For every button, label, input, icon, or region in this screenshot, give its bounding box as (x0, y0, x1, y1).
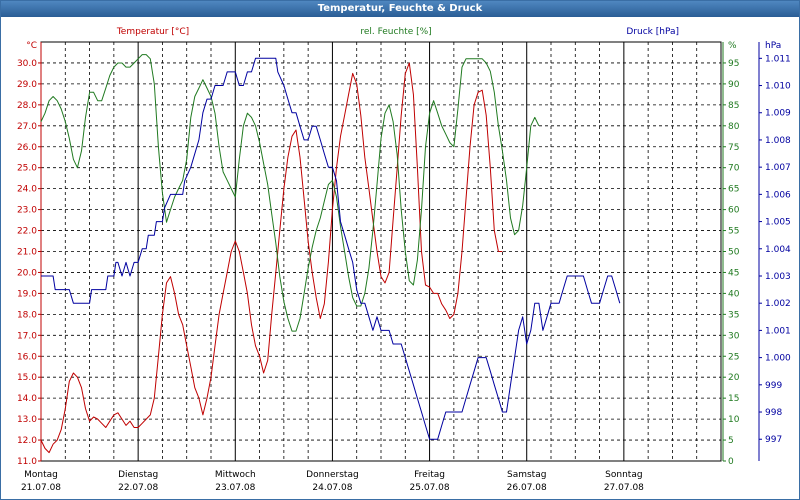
pressure-tick-label: 1.004 (765, 245, 791, 255)
pressure-tick-label: 1.007 (765, 163, 791, 173)
x-date-label: 26.07.08 (507, 483, 547, 493)
x-day-label: Mittwoch (215, 470, 256, 480)
humidity-axis-unit: % (728, 41, 737, 51)
pressure-tick-label: 1.000 (765, 354, 791, 364)
pressure-tick-label: 997 (765, 435, 782, 445)
chart: 11.0 12.0 13.0 14.0 15.0 16.0 17.0 18.0 19.0 20.0… (17, 27, 791, 493)
humidity-tick-label: 85 (728, 101, 739, 111)
x-date-label: 24.07.08 (312, 483, 352, 493)
pressure-tick-label: 1.010 (765, 82, 791, 92)
humidity-tick-label: 55 (728, 227, 739, 237)
x-day-label: Samstag (507, 470, 546, 480)
pressure-tick-label: 1.001 (765, 326, 791, 336)
temperature-tick-label: 18.0 (17, 310, 37, 320)
temperature-tick-label: 15.0 (17, 373, 37, 383)
pressure-tick-label: 1.011 (765, 54, 791, 64)
temperature-series-label: Temperatur [°C] (116, 27, 189, 37)
humidity-tick-label: 20 (728, 373, 740, 383)
humidity-tick-label: 25 (728, 352, 739, 362)
temperature-tick-label: 27.0 (17, 122, 37, 132)
x-day-label: Donnerstag (306, 470, 359, 480)
humidity-tick-label: 75 (728, 143, 739, 153)
humidity-tick-label: 60 (728, 206, 740, 216)
temperature-tick-label: 29.0 (17, 80, 37, 90)
pressure-tick-label: 998 (765, 408, 782, 418)
temperature-tick-label: 21.0 (17, 248, 37, 258)
temperature-tick-label: 23.0 (17, 206, 37, 216)
temperature-tick-label: 12.0 (17, 436, 37, 446)
window-title: Temperatur, Feuchte & Druck (1, 1, 799, 17)
temperature-tick-label: 20.0 (17, 268, 37, 278)
pressure-axis-unit: hPa (765, 41, 781, 51)
temperature-tick-label: 30.0 (17, 59, 37, 69)
temperature-tick-label: 26.0 (17, 143, 37, 153)
pressure-tick-label: 1.002 (765, 299, 791, 309)
x-day-label: Freitag (414, 470, 445, 480)
temperature-tick-label: 28.0 (17, 101, 37, 111)
chart-window: Temperatur, Feuchte & Druck 11.0 12.0 13.0… (0, 0, 800, 500)
temperature-tick-label: 16.0 (17, 352, 37, 362)
pressure-tick-label: 1.003 (765, 272, 791, 282)
humidity-tick-label: 90 (728, 80, 740, 90)
pressure-tick-label: 999 (765, 381, 782, 391)
temperature-tick-label: 25.0 (17, 164, 37, 174)
temperature-tick-label: 11.0 (17, 457, 37, 467)
x-date-label: 22.07.08 (118, 483, 158, 493)
temperature-tick-label: 19.0 (17, 289, 37, 299)
humidity-tick-label: 70 (728, 164, 740, 174)
humidity-tick-label: 65 (728, 185, 739, 195)
temperature-tick-label: 24.0 (17, 185, 37, 195)
humidity-tick-label: 0 (728, 457, 734, 467)
humidity-tick-label: 80 (728, 122, 740, 132)
pressure-tick-label: 1.006 (765, 190, 791, 200)
x-day-label: Sonntag (605, 470, 642, 480)
humidity-tick-label: 15 (728, 394, 739, 404)
temperature-axis-unit: °C (26, 41, 37, 51)
temperature-tick-label: 22.0 (17, 227, 37, 237)
pressure-series-label: Druck [hPa] (626, 27, 679, 37)
temperature-tick-label: 13.0 (17, 415, 37, 425)
pressure-tick-label: 1.009 (765, 109, 791, 119)
x-day-label: Dienstag (118, 470, 158, 480)
humidity-tick-label: 5 (728, 436, 734, 446)
x-date-label: 27.07.08 (604, 483, 644, 493)
x-day-label: Montag (24, 470, 58, 480)
humidity-tick-label: 45 (728, 268, 739, 278)
humidity-tick-label: 30 (728, 331, 740, 341)
humidity-tick-label: 40 (728, 289, 740, 299)
temperature-tick-label: 14.0 (17, 394, 37, 404)
x-date-label: 25.07.08 (410, 483, 450, 493)
pressure-tick-label: 1.008 (765, 136, 791, 146)
humidity-series-label: rel. Feuchte [%] (360, 27, 431, 37)
humidity-tick-label: 10 (728, 415, 740, 425)
humidity-tick-label: 95 (728, 59, 739, 69)
x-date-label: 23.07.08 (215, 483, 255, 493)
x-date-label: 21.07.08 (21, 483, 61, 493)
humidity-tick-label: 35 (728, 310, 739, 320)
pressure-tick-label: 1.005 (765, 218, 791, 228)
humidity-tick-label: 50 (728, 248, 740, 258)
temperature-tick-label: 17.0 (17, 331, 37, 341)
